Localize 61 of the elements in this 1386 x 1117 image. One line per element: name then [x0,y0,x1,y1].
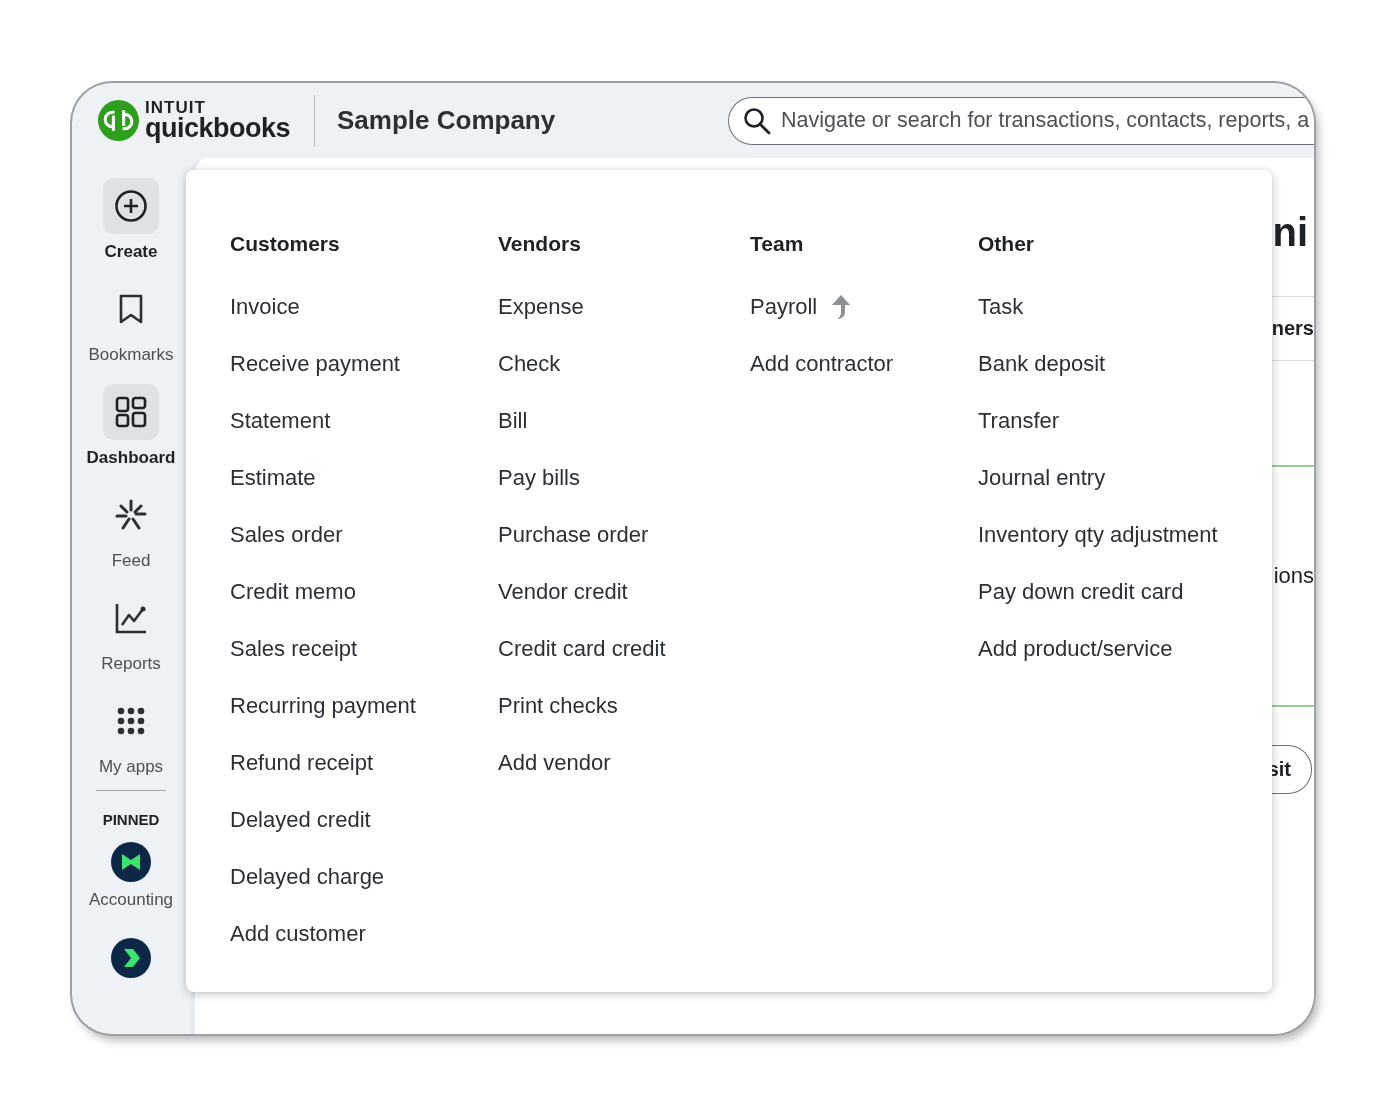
menu-item[interactable]: Expense [498,293,584,320]
menu-item[interactable]: Add vendor [498,749,611,776]
chevron-icon [111,937,151,978]
menu-item[interactable]: Credit card credit [498,635,666,662]
search-icon [743,106,771,135]
pinned-app-button[interactable] [111,937,151,978]
menu-item[interactable]: Check [498,350,561,377]
menu-item[interactable]: Print checks [498,692,618,719]
page-heading: ni [1272,210,1308,254]
menu-item[interactable]: Inventory qty adjustment [978,521,1218,548]
menu-item[interactable]: Vendor credit [498,578,628,605]
apps-grid-icon [117,706,145,735]
bookmark-icon [117,292,145,325]
menu-item[interactable]: Transfer [978,407,1060,434]
menu-item[interactable]: Task [978,293,1024,320]
company-name: Sample Company [337,105,556,136]
nav-button[interactable] [103,178,159,234]
nav-label: Accounting [88,889,174,910]
menu-item[interactable]: Add customer [230,920,366,947]
nav-label: Feed [111,550,151,571]
menu-item[interactable]: Delayed credit [230,806,371,833]
menu-item[interactable]: Journal entry [978,464,1106,491]
brand-top: INTUIT [145,99,207,116]
menu-item[interactable]: Recurring payment [230,692,416,719]
search-field[interactable]: Navigate or search for transactions, contacts, reports, a [728,96,1314,145]
section-heading: PINNED [102,810,160,828]
menu-heading: Team [750,232,804,256]
menu-item[interactable]: Statement [230,407,331,434]
nav-button[interactable] [103,383,159,440]
plus-circle-icon [114,189,148,223]
menu-item[interactable]: Add product/service [978,635,1173,662]
menu-item[interactable]: Sales order [230,521,343,548]
menu-item[interactable]: Purchase order [498,521,649,548]
menu-heading: Customers [230,232,340,256]
menu-item[interactable]: Delayed charge [230,863,385,890]
menu-item[interactable]: Payroll [750,293,818,320]
page-text: ions [1273,565,1314,587]
menu-item[interactable]: Refund receipt [230,749,374,776]
menu-item[interactable]: Add contractor [750,350,894,377]
menu-item[interactable]: Invoice [230,293,300,320]
menu-item[interactable]: Estimate [230,464,316,491]
dashboard-icon [114,394,148,429]
menu-item[interactable]: Credit memo [230,578,356,605]
pinned-app-button[interactable] [111,841,151,882]
bowtie-icon [111,841,151,882]
menu-item[interactable]: Sales receipt [230,635,358,662]
nav-label: My apps [98,756,164,777]
menu-item[interactable]: Receive payment [230,350,400,377]
menu-item[interactable]: Bank deposit [978,350,1106,377]
brand-name: quickbooks [145,115,291,142]
menu-heading: Vendors [498,232,581,256]
menu-heading: Other [978,232,1034,256]
nav-label: Bookmarks [88,344,174,365]
nav-label: Create [104,242,158,262]
sparkle-icon [114,497,148,532]
menu-item[interactable]: Bill [498,407,528,434]
menu-item[interactable]: Pay down credit card [978,578,1184,605]
logo-icon [98,100,139,141]
nav-label: Reports [101,653,161,674]
nav-label: Dashboard [86,447,176,468]
menu-item[interactable]: Pay bills [498,464,580,491]
